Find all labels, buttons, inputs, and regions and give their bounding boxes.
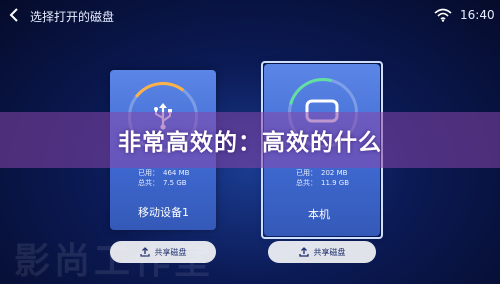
status-clock: 16:40 <box>460 8 495 22</box>
top-bar: 选择打开的磁盘 16:40 <box>0 0 500 30</box>
device-name: 本机 <box>308 208 330 221</box>
upload-icon <box>298 247 309 257</box>
wifi-icon <box>434 8 452 22</box>
back-button[interactable] <box>6 6 22 24</box>
used-stat: 已用： 202 MB <box>296 169 348 177</box>
used-stat: 已用： 464 MB <box>138 169 190 177</box>
banner-text: 非常高效的：高效的什么 <box>118 130 382 156</box>
overlay-banner: 非常高效的：高效的什么 <box>0 112 500 168</box>
watermark: 影尚工作室 <box>14 241 215 282</box>
chevron-left-icon <box>9 8 18 22</box>
total-stat: 总共： 7.5 GB <box>138 179 187 187</box>
share-disk-button[interactable]: 共享磁盘 <box>268 241 376 263</box>
page-title: 选择打开的磁盘 <box>30 10 115 24</box>
total-stat: 总共： 11.9 GB <box>296 179 350 187</box>
share-label: 共享磁盘 <box>313 247 346 257</box>
device-name: 移动设备1 <box>138 206 189 219</box>
